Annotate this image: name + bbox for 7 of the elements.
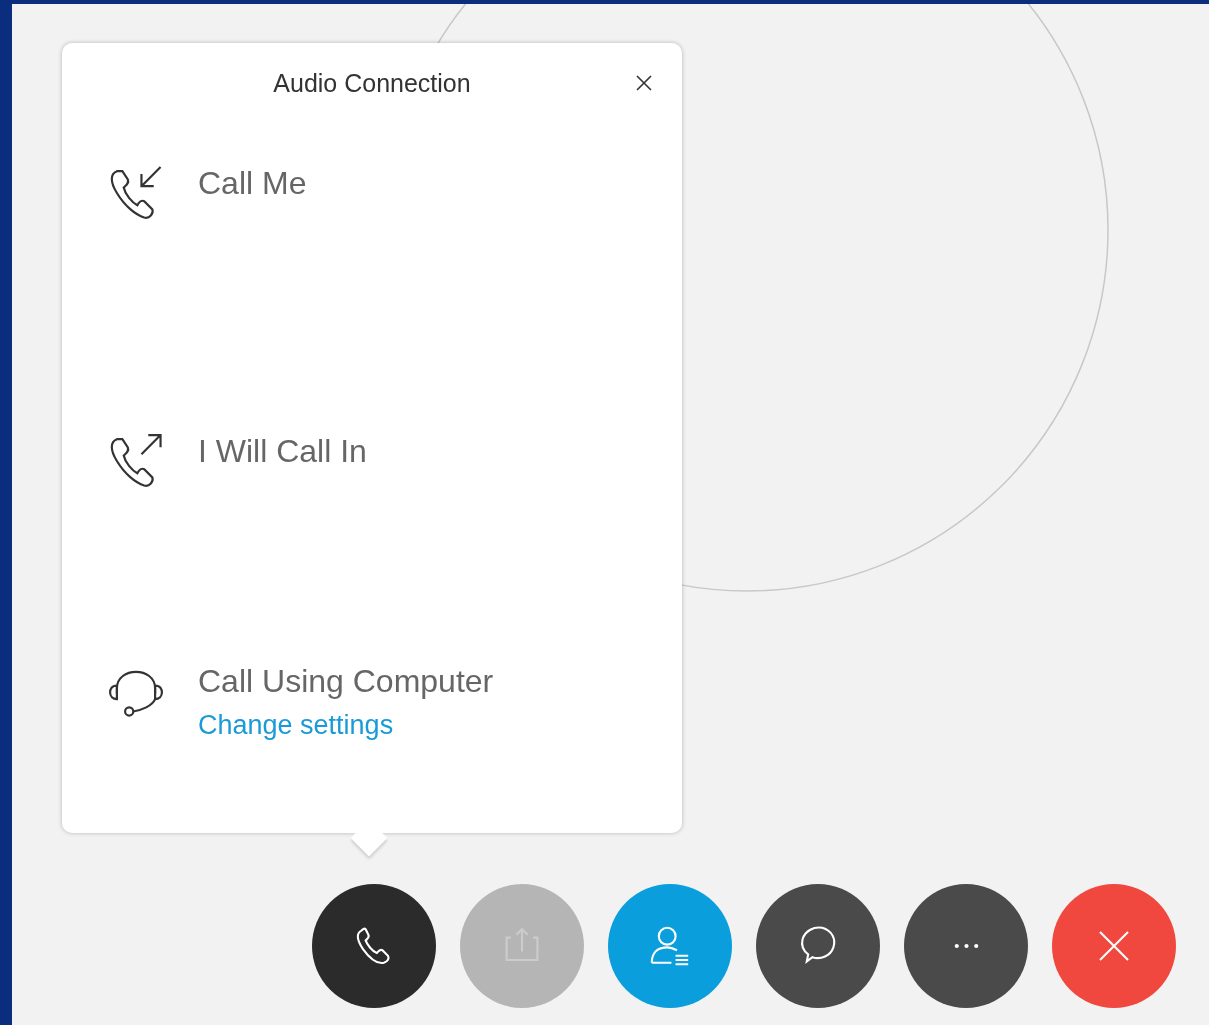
- close-icon: [634, 73, 654, 93]
- audio-option[interactable]: Call Me: [198, 165, 307, 202]
- ellipsis-icon: [953, 943, 979, 949]
- audio-option[interactable]: Call Using Computer: [198, 663, 494, 700]
- popup-title: Audio Connection: [273, 68, 471, 98]
- audio-option[interactable]: I Will Call In: [198, 433, 367, 470]
- change-settings-link[interactable]: Change settings: [198, 710, 494, 741]
